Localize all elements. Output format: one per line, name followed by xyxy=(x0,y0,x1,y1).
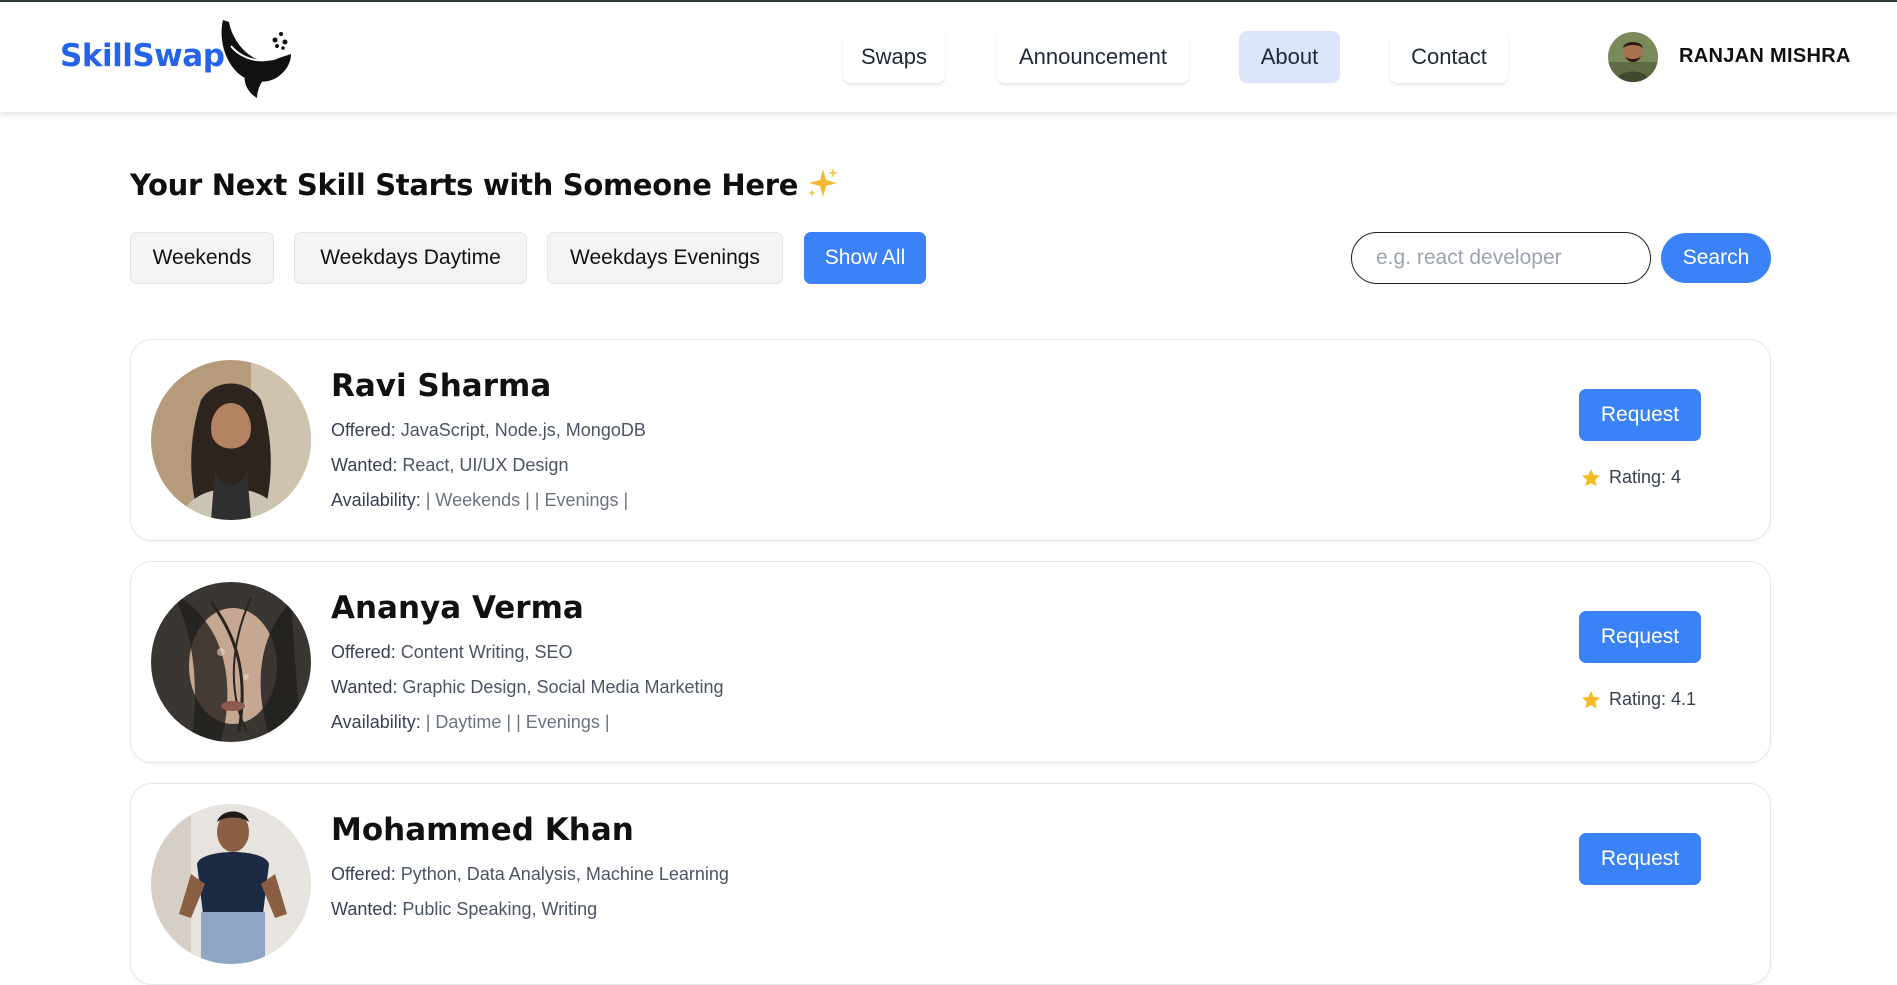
filter-weekdays-evenings[interactable]: Weekdays Evenings xyxy=(547,232,783,284)
page-title-text: Your Next Skill Starts with Someone Here xyxy=(130,168,799,202)
wanted-label: Wanted: xyxy=(331,677,398,697)
rating-text: Rating: 4 xyxy=(1609,467,1682,487)
offered-value: JavaScript, Node.js, MongoDB xyxy=(400,420,646,440)
offered-value: Content Writing, SEO xyxy=(400,642,573,662)
offered-skills: Offered: Content Writing, SEO xyxy=(331,642,572,663)
top-navbar: SkillSwap Swaps Announcement About Conta… xyxy=(0,2,1897,112)
wanted-value: React, UI/UX Design xyxy=(402,455,569,475)
profile-name: Mohammed Khan xyxy=(331,812,634,848)
logo-text[interactable]: SkillSwap xyxy=(60,38,225,74)
profile-card-ravi-sharma: Ravi Sharma Offered: JavaScript, Node.js… xyxy=(130,339,1771,541)
filter-show-all[interactable]: Show All xyxy=(804,232,926,284)
profile-photo xyxy=(151,804,311,964)
wanted-skills: Wanted: React, UI/UX Design xyxy=(331,455,568,476)
profile-photo xyxy=(151,360,311,520)
availability-label: Availability: xyxy=(331,712,421,732)
search-input[interactable] xyxy=(1351,232,1651,284)
filter-weekends[interactable]: Weekends xyxy=(130,232,274,284)
sparkles-icon xyxy=(808,168,839,197)
rating-text: Rating: 4.1 xyxy=(1609,689,1697,709)
profile-name: Ananya Verma xyxy=(331,590,584,626)
star-icon xyxy=(1582,468,1600,486)
offered-label: Offered: xyxy=(331,642,396,662)
request-button[interactable]: Request xyxy=(1579,833,1701,885)
user-name[interactable]: RANJAN MISHRA xyxy=(1679,45,1851,68)
profile-card-mohammed-khan: Mohammed Khan Offered: Python, Data Anal… xyxy=(130,783,1771,985)
whale-logo-icon[interactable] xyxy=(217,16,299,100)
availability-label: Availability: xyxy=(331,490,421,510)
wanted-label: Wanted: xyxy=(331,899,398,919)
offered-value: Python, Data Analysis, Machine Learning xyxy=(400,864,729,884)
offered-skills: Offered: JavaScript, Node.js, MongoDB xyxy=(331,420,646,441)
wanted-skills: Wanted: Graphic Design, Social Media Mar… xyxy=(331,677,724,698)
nav-swaps[interactable]: Swaps xyxy=(843,31,945,83)
offered-label: Offered: xyxy=(331,864,396,884)
profile-card-ananya-verma: Ananya Verma Offered: Content Writing, S… xyxy=(130,561,1771,763)
profile-photo xyxy=(151,582,311,742)
request-button[interactable]: Request xyxy=(1579,611,1701,663)
nav-announcement[interactable]: Announcement xyxy=(997,31,1189,83)
availability: Availability: | Daytime | | Evenings | xyxy=(331,712,610,733)
user-avatar[interactable] xyxy=(1608,32,1658,82)
profile-name: Ravi Sharma xyxy=(331,368,552,404)
filter-weekdays-daytime[interactable]: Weekdays Daytime xyxy=(294,232,527,284)
nav-contact[interactable]: Contact xyxy=(1390,31,1508,83)
rating: Rating: 4 xyxy=(1581,467,1681,488)
availability: Availability: | Weekends | | Evenings | xyxy=(331,490,628,511)
wanted-value: Public Speaking, Writing xyxy=(402,899,598,919)
wanted-label: Wanted: xyxy=(331,455,398,475)
wanted-value: Graphic Design, Social Media Marketing xyxy=(402,677,724,697)
wanted-skills: Wanted: Public Speaking, Writing xyxy=(331,899,597,920)
availability-value: | Weekends | | Evenings | xyxy=(425,490,629,510)
rating: Rating: 4.1 xyxy=(1581,689,1696,710)
offered-skills: Offered: Python, Data Analysis, Machine … xyxy=(331,864,729,885)
search-button[interactable]: Search xyxy=(1661,233,1771,283)
offered-label: Offered: xyxy=(331,420,396,440)
request-button[interactable]: Request xyxy=(1579,389,1701,441)
nav-about[interactable]: About xyxy=(1239,31,1340,83)
star-icon xyxy=(1582,690,1600,708)
availability-value: | Daytime | | Evenings | xyxy=(425,712,610,732)
page-title: Your Next Skill Starts with Someone Here xyxy=(130,166,840,202)
